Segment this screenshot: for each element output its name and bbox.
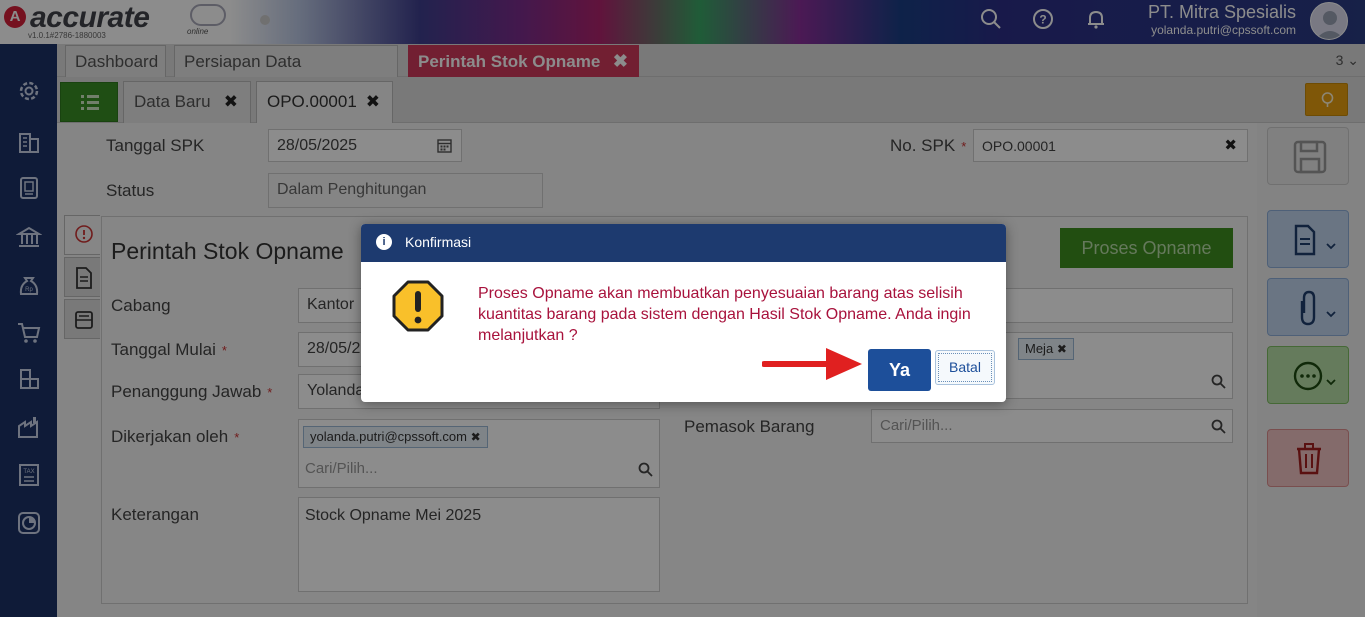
cancel-button[interactable]: Batal (935, 350, 995, 385)
red-arrow-annotation (762, 348, 862, 380)
info-icon: i (376, 234, 392, 250)
dialog-message: Proses Opname akan membuatkan penyesuaia… (478, 285, 971, 344)
warning-icon (392, 280, 444, 332)
yes-button[interactable]: Ya (868, 349, 931, 391)
confirmation-dialog: i Konfirmasi Proses Opname akan membuatk… (361, 224, 1006, 402)
dialog-title: Konfirmasi (405, 234, 472, 250)
dialog-header: i Konfirmasi (361, 224, 1006, 262)
